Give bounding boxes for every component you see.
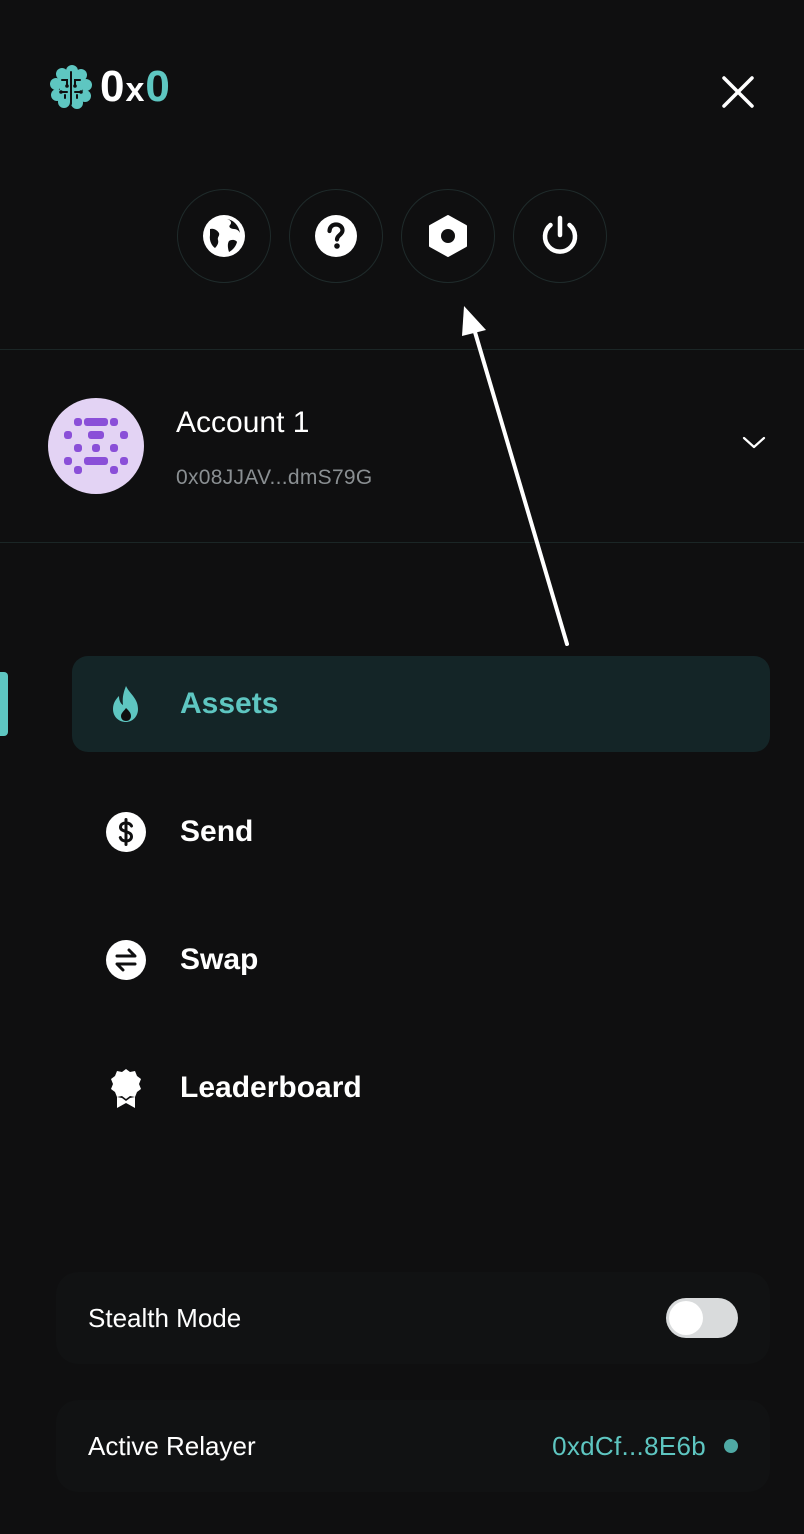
relayer-address: 0xdCf...8E6b [552, 1430, 706, 1461]
brand-wordmark-o1: 0 [100, 62, 125, 111]
swap-icon [106, 940, 146, 980]
nav-item-assets[interactable]: Assets [72, 656, 770, 752]
account-address: 0x08JJAV...dmS79G [176, 466, 373, 489]
flame-icon [113, 686, 138, 722]
logout-button[interactable] [513, 189, 607, 283]
identicon-icon [64, 418, 128, 474]
nav-icon-wrap [106, 684, 146, 724]
quick-actions [177, 189, 607, 283]
nav-item-leaderboard[interactable]: Leaderboard [72, 1040, 770, 1136]
stealth-mode-card: Stealth Mode [56, 1272, 770, 1364]
close-icon [722, 76, 754, 108]
relayer-selector[interactable]: 0xdCf...8E6b [552, 1431, 738, 1462]
nav-item-swap[interactable]: Swap [72, 912, 770, 1008]
brand-logo: 0x0 [48, 62, 170, 111]
active-relayer-label: Active Relayer [88, 1430, 256, 1461]
help-button[interactable] [289, 189, 383, 283]
nav-label-swap: Swap [180, 943, 259, 976]
nav-label-assets: Assets [180, 687, 279, 720]
active-nav-indicator [0, 672, 8, 736]
help-icon [315, 215, 357, 257]
toggle-knob [669, 1301, 703, 1335]
divider-bottom [0, 542, 804, 543]
stealth-mode-toggle[interactable] [666, 1298, 738, 1338]
account-selector[interactable]: Account 1 0x08JJAV...dmS79G [0, 350, 804, 542]
stealth-mode-label: Stealth Mode [88, 1302, 242, 1333]
brain-logo-icon [50, 65, 92, 109]
nav-label-send: Send [180, 815, 254, 848]
brand-wordmark-o2: 0 [145, 62, 170, 111]
settings-hex-icon [429, 215, 467, 257]
nav-label-leaderboard: Leaderboard [180, 1071, 362, 1104]
dollar-icon [106, 812, 146, 852]
nav-item-send[interactable]: Send [72, 784, 770, 880]
chevron-down-icon [742, 436, 766, 449]
power-icon [542, 215, 578, 254]
language-button[interactable] [177, 189, 271, 283]
relayer-status-dot [724, 1439, 738, 1453]
nav-icon-wrap [106, 1068, 146, 1108]
close-button[interactable] [716, 70, 760, 114]
nav-icon-wrap [106, 940, 146, 980]
app-menu-panel: 0x0 Account 1 0x08JJAV...dmS79G Assets S… [0, 0, 804, 1534]
brand-wordmark-x: x [125, 71, 144, 109]
badge-icon [111, 1069, 141, 1108]
account-name: Account 1 [176, 406, 310, 439]
settings-button[interactable] [401, 189, 495, 283]
avatar [48, 398, 144, 494]
globe-icon [203, 215, 245, 257]
nav-icon-wrap [106, 812, 146, 852]
active-relayer-card: Active Relayer 0xdCf...8E6b [56, 1400, 770, 1492]
brand-wordmark: 0x0 [100, 62, 170, 111]
